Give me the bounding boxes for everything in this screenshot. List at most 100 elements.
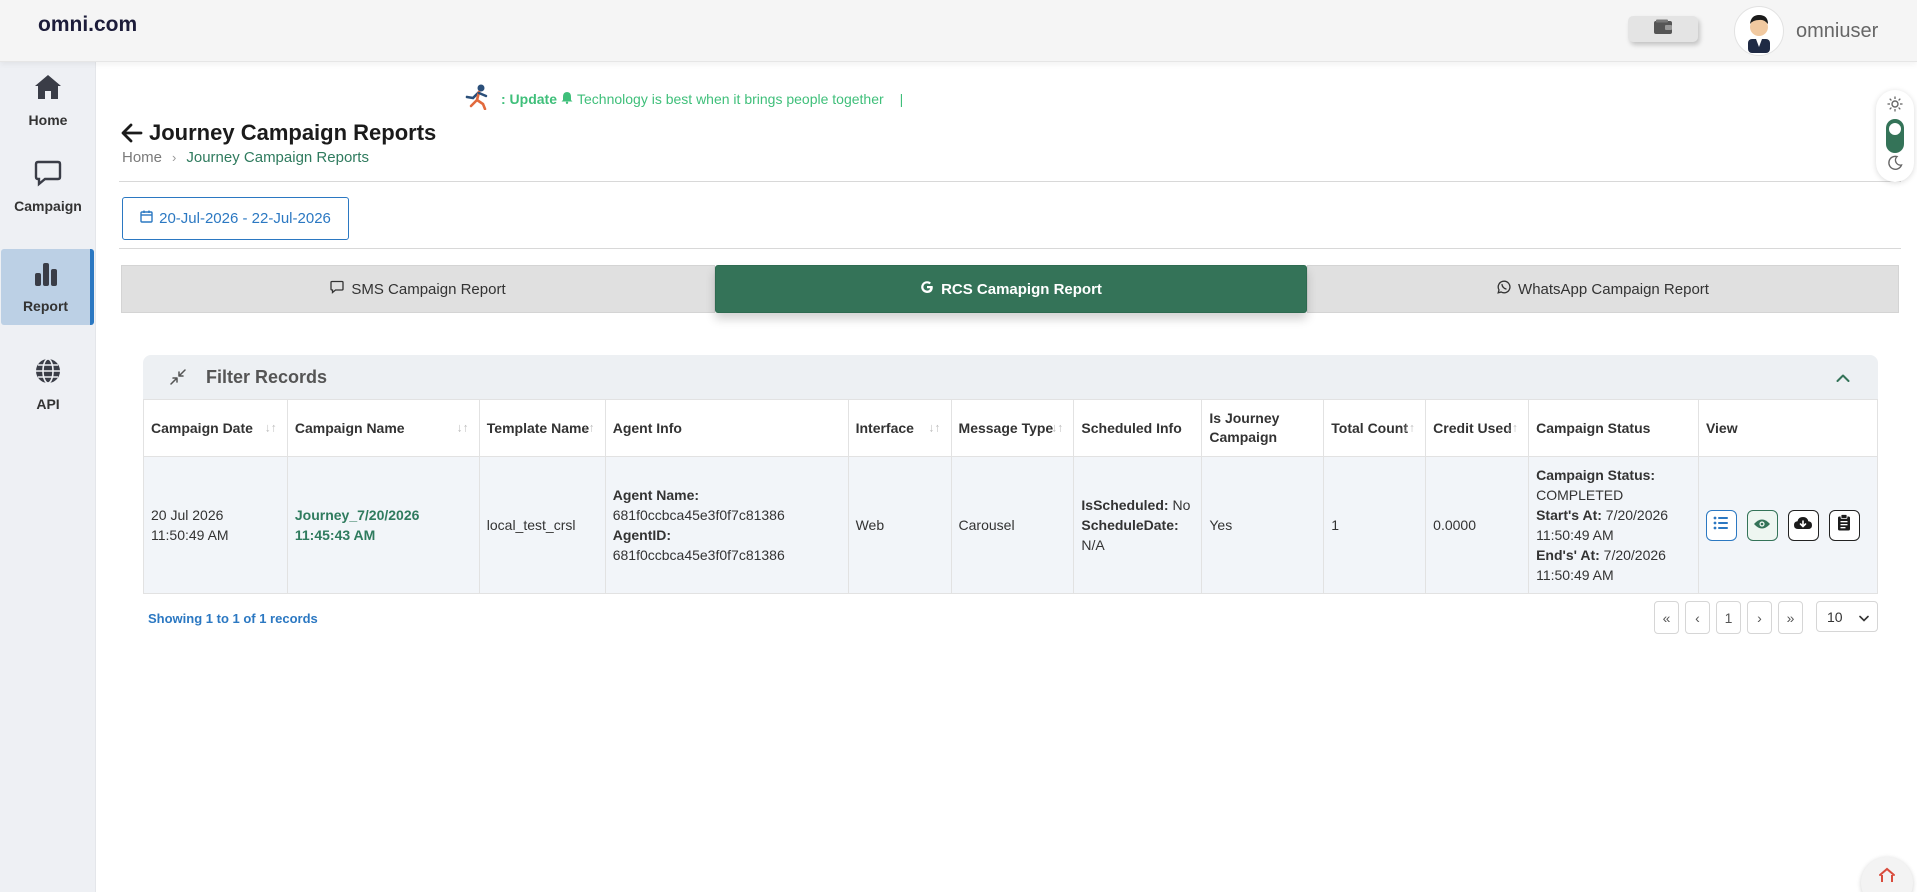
clipboard-button[interactable] (1828, 509, 1860, 541)
avatar (1734, 6, 1784, 56)
page-title-text: Journey Campaign Reports (149, 120, 437, 145)
column-header: Scheduled Info (1073, 399, 1203, 457)
report-tabs: SMS Campaign Report RCS Camapign Report … (121, 265, 1899, 313)
calendar-icon (140, 210, 153, 227)
column-header[interactable]: Credit Used ↓↑ (1425, 399, 1530, 457)
column-header[interactable]: Campaign Date ↓↑ (143, 399, 288, 457)
tab-sms-report[interactable]: SMS Campaign Report (121, 265, 715, 313)
column-header[interactable]: Template Name ↓↑ (478, 399, 606, 457)
column-header: View (1697, 399, 1879, 457)
cell-campaign-date: 20 Jul 2026 11:50:49 AM (143, 456, 288, 594)
cell-is-journey: Yes (1201, 456, 1325, 594)
sidebar-item-label: API (36, 395, 60, 412)
column-header[interactable]: Campaign Name ↓↑ (286, 399, 480, 457)
tab-label: WhatsApp Campaign Report (1518, 280, 1709, 298)
chat-bubble-icon (330, 280, 345, 298)
sun-icon[interactable] (1887, 96, 1903, 117)
campaign-name-link[interactable]: Journey_7/20/2026 11:45:43 AM (295, 505, 472, 545)
column-header: Is Journey Campaign (1201, 399, 1325, 457)
wallet-button[interactable] (1628, 16, 1698, 42)
records-count: Showing 1 to 1 of 1 records (148, 611, 318, 626)
sort-icon: ↓↑ (456, 420, 469, 435)
prev-page-button[interactable]: ‹ (1685, 601, 1710, 634)
list-icon (1713, 515, 1729, 535)
breadcrumb-home[interactable]: Home (122, 149, 162, 166)
panel-header: Filter Records (143, 355, 1878, 399)
date-range-text: 20-Jul-2026 - 22-Jul-2026 (159, 210, 331, 227)
home-shortcut-button[interactable] (1861, 857, 1913, 892)
whatsapp-icon (1497, 280, 1511, 298)
cell-campaign-name[interactable]: Journey_7/20/2026 11:45:43 AM (286, 456, 480, 594)
chevron-down-icon (1859, 609, 1869, 625)
tab-label: SMS Campaign Report (351, 280, 506, 298)
divider (119, 248, 1901, 249)
tab-label: RCS Camapign Report (941, 280, 1102, 298)
column-header: Agent Info (604, 399, 849, 457)
column-header[interactable]: Total Count ↓↑ (1323, 399, 1427, 457)
list-details-button[interactable] (1705, 509, 1737, 541)
sidebar-item-campaign[interactable]: Campaign (0, 148, 96, 224)
bar-chart-icon (33, 261, 59, 292)
user-menu[interactable]: omniuser (1734, 6, 1878, 56)
table-header-row: Campaign Date ↓↑ Campaign Name ↓↑ Template… (143, 399, 1879, 457)
update-ticker: : Update Technology is best when it brin… (463, 84, 903, 113)
cloud-download-icon (1793, 515, 1813, 536)
cell-message-type: Carousel (950, 456, 1075, 594)
sidebar-item-api[interactable]: API (0, 346, 96, 422)
sidebar-item-label: Campaign (14, 197, 82, 214)
chevron-up-icon[interactable] (1836, 370, 1850, 388)
ticker-prefix: : Update (501, 90, 557, 107)
page-title: Journey Campaign Reports (121, 120, 436, 146)
page-size-select[interactable]: 10 (1816, 601, 1878, 632)
divider (119, 181, 1901, 182)
cell-agent-info: Agent Name: 681f0ccbca45e3f0f7c81386 Age… (604, 456, 849, 594)
cell-scheduled-info: IsScheduled: No ScheduleDate: N/A (1073, 456, 1203, 594)
moon-icon[interactable] (1887, 155, 1903, 176)
page-number-button[interactable]: 1 (1716, 601, 1741, 634)
tab-whatsapp-report[interactable]: WhatsApp Campaign Report (1307, 265, 1899, 313)
compress-icon[interactable] (170, 369, 186, 390)
breadcrumb: Home › Journey Campaign Reports (122, 149, 369, 166)
cell-view-actions (1697, 456, 1879, 594)
column-header[interactable]: Interface ↓↑ (847, 399, 952, 457)
campaign-report-table: Campaign Date ↓↑ Campaign Name ↓↑ Template… (143, 399, 1879, 594)
home-icon (1878, 867, 1896, 888)
sort-icon: ↓↑ (1403, 420, 1416, 435)
sidebar-item-label: Home (28, 111, 68, 128)
runner-icon (463, 84, 491, 113)
sidebar-item-home[interactable]: Home (0, 62, 96, 138)
pagination: « ‹ 1 › » (1654, 601, 1803, 634)
column-header[interactable]: Message Type ↓↑ (950, 399, 1075, 457)
back-arrow-icon[interactable] (121, 123, 143, 143)
next-page-button[interactable]: › (1747, 601, 1772, 634)
ticker-message: Technology is best when it brings people… (577, 90, 884, 107)
sidebar-item-label: Report (22, 297, 69, 314)
cell-total-count: 1 (1323, 456, 1427, 594)
sort-icon: ↓↑ (928, 420, 941, 435)
chevron-right-icon: › (172, 150, 177, 165)
view-button[interactable] (1746, 509, 1778, 541)
cell-campaign-status: Campaign Status: COMPLETED Start's At: 7… (1528, 456, 1699, 594)
table-row: 20 Jul 2026 11:50:49 AM Journey_7/20/202… (143, 456, 1879, 594)
sort-icon: ↓↑ (582, 420, 595, 435)
toggle-knob (1889, 123, 1901, 135)
download-button[interactable] (1787, 509, 1819, 541)
cell-credit-used: 0.0000 (1425, 456, 1530, 594)
theme-toggle (1876, 90, 1914, 182)
brand-logo[interactable]: omni.com (38, 13, 137, 37)
cell-template-name: local_test_crsl (478, 456, 606, 594)
last-page-button[interactable]: » (1778, 601, 1803, 634)
clipboard-icon (1837, 514, 1851, 536)
ticker-cursor: | (899, 90, 904, 107)
date-range-picker[interactable]: 20-Jul-2026 - 22-Jul-2026 (122, 197, 349, 240)
sidebar-item-report[interactable]: Report (1, 249, 94, 325)
globe-icon (34, 357, 62, 390)
eye-icon (1753, 515, 1771, 535)
sidebar: Home Campaign Report API (0, 62, 96, 892)
sort-icon: ↓↑ (1051, 420, 1064, 435)
first-page-button[interactable]: « (1654, 601, 1679, 634)
panel-title: Filter Records (206, 367, 328, 387)
theme-switch[interactable] (1886, 119, 1904, 153)
tab-rcs-report[interactable]: RCS Camapign Report (715, 265, 1307, 313)
bell-icon (561, 91, 573, 107)
